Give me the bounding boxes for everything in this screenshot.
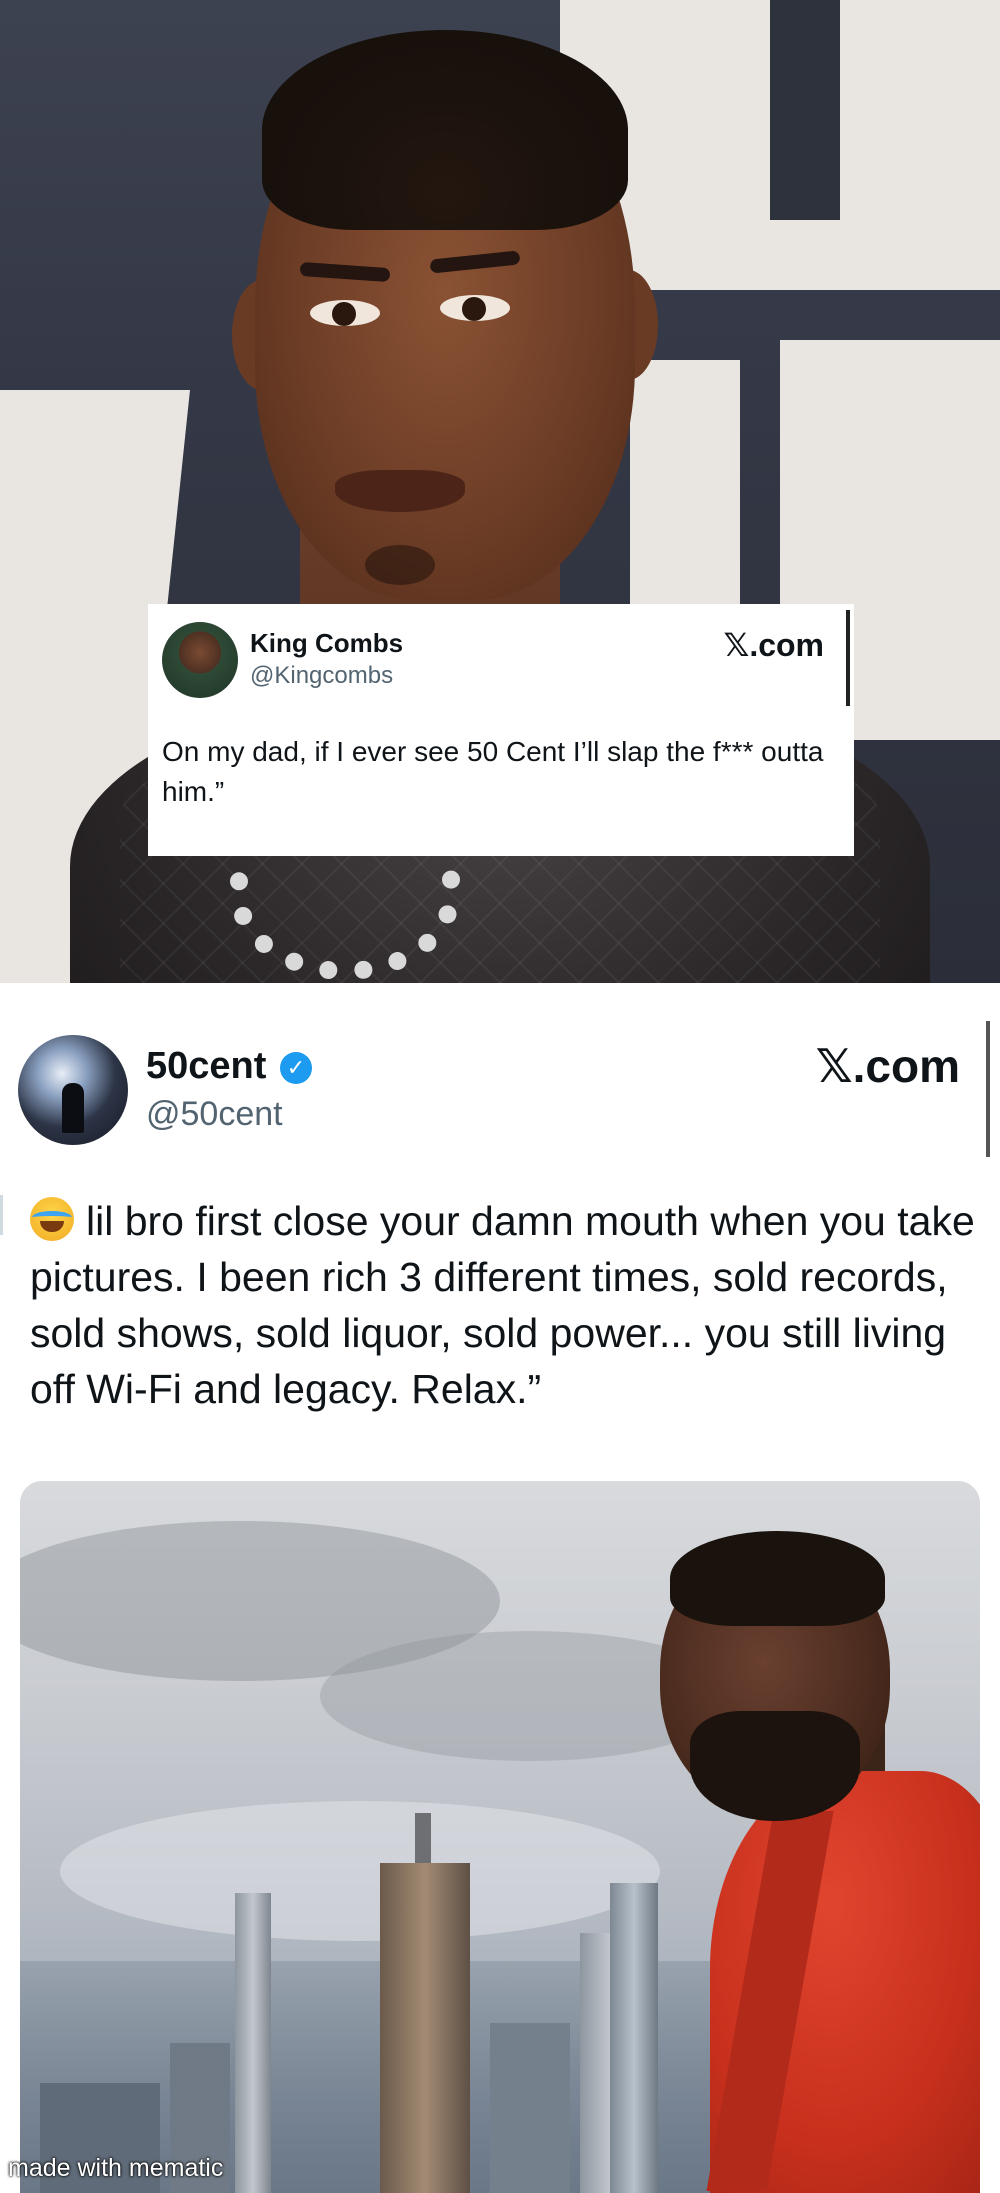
x-logo-link[interactable]: 𝕏.com: [816, 1039, 960, 1093]
verified-badge-icon: ✓: [280, 1052, 312, 1084]
tweet-media-photo[interactable]: [20, 1481, 980, 2193]
cloud: [60, 1801, 660, 1941]
person-hair: [262, 30, 628, 230]
beard: [690, 1711, 860, 1821]
tweet-text: lil bro first close your damn mouth when…: [30, 1193, 980, 1417]
card-divider: [986, 1021, 990, 1157]
tweet-body: lil bro first close your damn mouth when…: [30, 1198, 975, 1412]
mouth: [335, 470, 465, 512]
tweet-author-name[interactable]: 50cent: [146, 1045, 266, 1088]
eye: [440, 295, 510, 321]
tweet-author-handle[interactable]: @50cent: [146, 1095, 283, 1134]
building: [490, 2023, 570, 2193]
tweet-text: On my dad, if I ever see 50 Cent I’ll sl…: [162, 736, 824, 807]
tweet-card-king-combs[interactable]: King Combs @Kingcombs 𝕏.com On my dad, i…: [148, 604, 854, 856]
tweet-author-name[interactable]: King Combs: [250, 628, 403, 659]
mematic-watermark: made with mematic: [8, 2154, 224, 2182]
card-divider: [846, 610, 850, 706]
laughing-crying-emoji-icon: [30, 1197, 74, 1241]
chin-hair: [365, 545, 435, 585]
tweet-author-handle[interactable]: @Kingcombs: [250, 662, 393, 690]
building: [610, 1883, 658, 2193]
top-photo-king-combs: King Combs @Kingcombs 𝕏.com On my dad, i…: [0, 0, 1000, 983]
building: [235, 1893, 271, 2193]
building: [380, 1863, 470, 2193]
eye: [310, 300, 380, 326]
x-logo-link[interactable]: 𝕏.com: [724, 626, 824, 664]
edge-mark: [0, 1195, 3, 1235]
50cent-avatar[interactable]: [18, 1035, 128, 1145]
king-combs-avatar[interactable]: [162, 622, 238, 698]
person-hair: [670, 1531, 885, 1626]
